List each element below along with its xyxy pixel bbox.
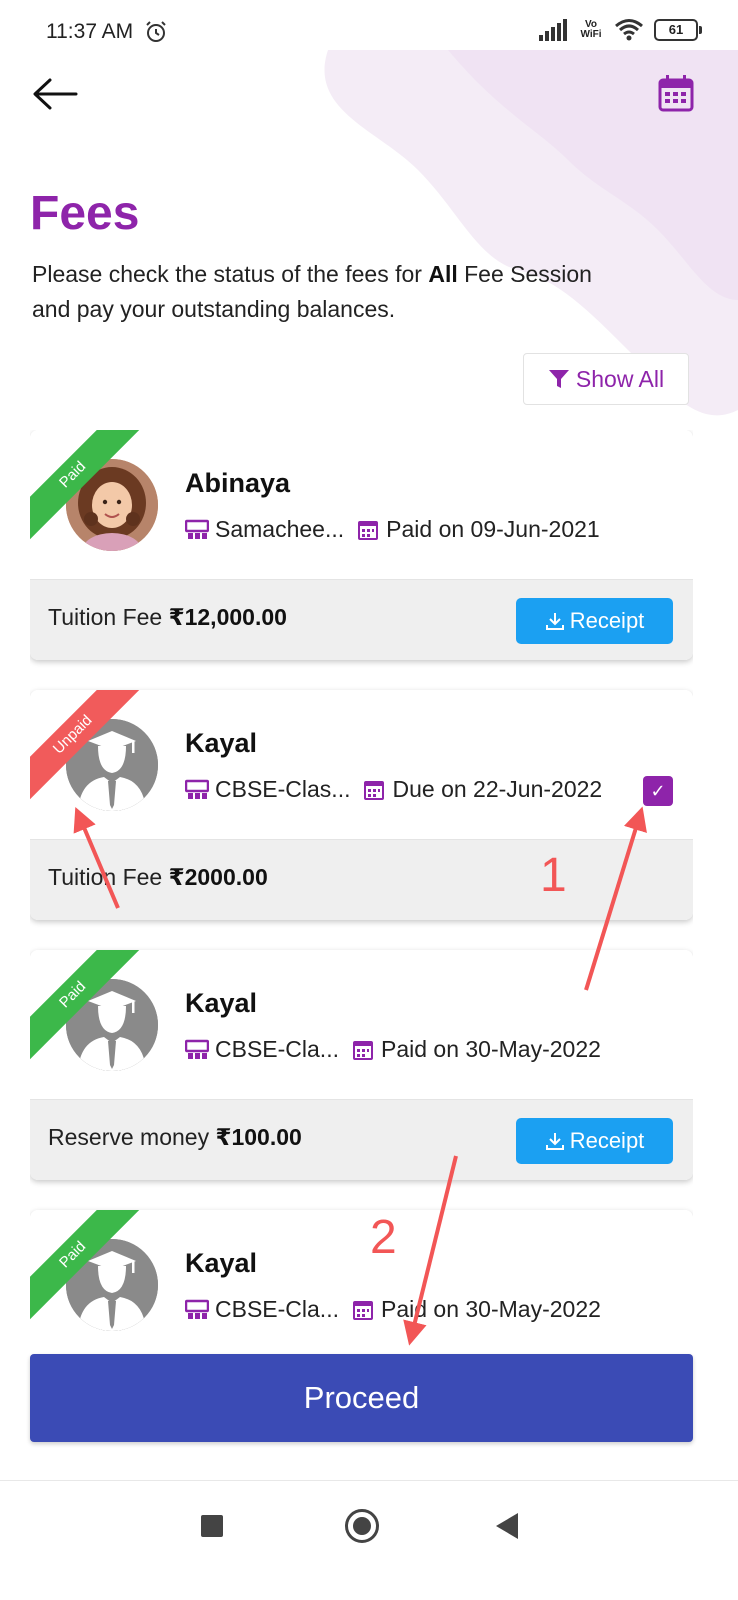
fee-meta: CBSE-Cla... Paid on 30-May-2022 bbox=[185, 1296, 601, 1323]
fee-card-top: Paid Abinaya Samachee... Paid on 09-Jun-… bbox=[30, 430, 693, 579]
download-icon bbox=[545, 1133, 564, 1150]
signal-icon bbox=[539, 19, 567, 41]
show-all-filter-button[interactable]: Show All bbox=[523, 353, 689, 405]
classroom-icon bbox=[185, 1299, 209, 1319]
annotation-step-1: 1 bbox=[540, 849, 567, 902]
classroom-icon bbox=[185, 519, 209, 539]
classroom-icon bbox=[185, 779, 209, 799]
fee-meta: Samachee... Paid on 09-Jun-2021 bbox=[185, 516, 600, 543]
receipt-label: Receipt bbox=[569, 1128, 645, 1153]
fee-card-top: Paid Kayal CBSE-Cla... Paid on 30-May-20… bbox=[30, 950, 693, 1099]
show-all-label: Show All bbox=[575, 365, 665, 392]
fee-amount: ₹100.00 bbox=[215, 1124, 302, 1150]
proceed-button[interactable]: Proceed bbox=[30, 1354, 693, 1442]
calendar-small-icon bbox=[358, 520, 379, 540]
fee-date: Paid on 09-Jun-2021 bbox=[386, 516, 600, 542]
student-name: Kayal bbox=[185, 1248, 258, 1278]
fee-card-top: Unpaid Kayal CBSE-Clas... Due on 22-Jun-… bbox=[30, 690, 693, 839]
download-icon bbox=[545, 613, 564, 630]
receipt-button[interactable]: Receipt bbox=[516, 1118, 673, 1164]
class-name: CBSE-Clas... bbox=[215, 776, 351, 802]
class-name: CBSE-Cla... bbox=[215, 1036, 339, 1062]
calendar-icon[interactable] bbox=[658, 74, 694, 112]
page-title: Fees bbox=[30, 187, 140, 240]
fee-card[interactable]: Unpaid Kayal CBSE-Clas... Due on 22-Jun-… bbox=[30, 690, 693, 920]
subtitle-bold: All bbox=[428, 261, 458, 287]
fee-type: Tuition Fee bbox=[48, 604, 163, 630]
fee-meta: CBSE-Clas... Due on 22-Jun-2022 bbox=[185, 776, 602, 803]
fee-card[interactable]: Paid Kayal CBSE-Cla... Paid on 30-May-20… bbox=[30, 1210, 693, 1345]
calendar-small-icon bbox=[352, 1300, 373, 1320]
subtitle-text-1: Please check the status of the fees for bbox=[32, 261, 429, 287]
fee-card-top: Paid Kayal CBSE-Cla... Paid on 30-May-20… bbox=[30, 1210, 693, 1345]
annotation-step-2: 2 bbox=[370, 1211, 397, 1264]
vowifi-bottom: WiFi bbox=[580, 29, 602, 40]
calendar-small-icon bbox=[352, 1040, 373, 1060]
class-name: Samachee... bbox=[215, 516, 345, 542]
fee-meta: CBSE-Cla... Paid on 30-May-2022 bbox=[185, 1036, 601, 1063]
alarm-icon bbox=[146, 21, 166, 42]
fee-type: Tuition Fee bbox=[48, 864, 163, 890]
fee-date: Due on 22-Jun-2022 bbox=[392, 776, 603, 802]
status-bar: 11:37 AM Vo WiFi 61 bbox=[0, 0, 738, 66]
battery-indicator: 61 bbox=[654, 19, 702, 41]
student-name: Kayal bbox=[185, 988, 258, 1018]
fee-amount-line: Tuition Fee ₹12,000.00 bbox=[48, 604, 287, 631]
fee-date: Paid on 30-May-2022 bbox=[380, 1036, 601, 1062]
vowifi-indicator: Vo WiFi bbox=[578, 20, 604, 40]
nav-back-icon[interactable] bbox=[496, 1513, 518, 1539]
class-name: CBSE-Cla... bbox=[215, 1296, 339, 1322]
system-nav-bar bbox=[0, 1480, 738, 1600]
fee-amount-line: Tuition Fee ₹2000.00 bbox=[48, 864, 268, 891]
receipt-label: Receipt bbox=[569, 608, 645, 633]
fee-select-checkbox[interactable]: ✓ bbox=[643, 776, 673, 806]
fee-card-bottom: Tuition Fee ₹2000.00 bbox=[30, 839, 693, 920]
fee-card-bottom: Tuition Fee ₹12,000.00 Receipt bbox=[30, 579, 693, 660]
fee-card[interactable]: Paid Kayal CBSE-Cla... Paid on 30-May-20… bbox=[30, 950, 693, 1180]
fee-type: Reserve money bbox=[48, 1124, 210, 1150]
receipt-button[interactable]: Receipt bbox=[516, 598, 673, 644]
fee-card[interactable]: Paid Abinaya Samachee... Paid on 09-Jun-… bbox=[30, 430, 693, 660]
back-arrow-icon[interactable] bbox=[30, 72, 80, 116]
student-name: Abinaya bbox=[185, 468, 291, 498]
fee-amount: ₹12,000.00 bbox=[168, 604, 287, 630]
fee-card-bottom: Reserve money ₹100.00 Receipt bbox=[30, 1099, 693, 1180]
page-subtitle: Please check the status of the fees for … bbox=[32, 257, 592, 327]
student-name: Kayal bbox=[185, 728, 258, 758]
home-icon[interactable] bbox=[345, 1509, 379, 1543]
filter-icon bbox=[548, 370, 569, 388]
calendar-small-icon bbox=[364, 780, 385, 800]
fee-date: Paid on 30-May-2022 bbox=[380, 1296, 601, 1322]
fee-list[interactable]: Paid Abinaya Samachee... Paid on 09-Jun-… bbox=[30, 430, 693, 1345]
fee-amount: ₹2000.00 bbox=[168, 864, 268, 890]
fee-amount-line: Reserve money ₹100.00 bbox=[48, 1124, 302, 1151]
status-time: 11:37 AM bbox=[46, 20, 134, 43]
wifi-icon bbox=[615, 19, 643, 41]
classroom-icon bbox=[185, 1039, 209, 1059]
recents-icon[interactable] bbox=[201, 1515, 223, 1537]
